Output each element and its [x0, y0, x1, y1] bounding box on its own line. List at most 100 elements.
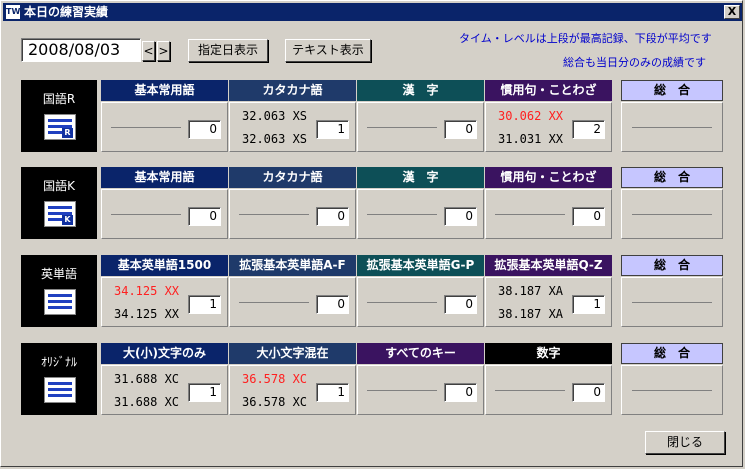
section-name: ｵﾘｼﾞﾅﾙ — [40, 355, 77, 369]
summary-cell — [621, 277, 723, 327]
section-name: 英単語 — [40, 267, 77, 281]
note-line-1: タイム・レベルは上段が最高記録、下段が平均です — [459, 32, 712, 45]
summary-cell — [621, 102, 723, 152]
best-record: 38.187 XA — [498, 284, 564, 298]
empty-dash — [111, 127, 181, 128]
category-header: 数字 — [485, 343, 612, 364]
category-result-cell: 0 — [357, 189, 484, 239]
category-result-cell: 30.062 XX 31.031 XX 2 — [485, 102, 612, 152]
empty-dash — [632, 127, 712, 128]
specified-date-button[interactable]: 指定日表示 — [188, 39, 268, 62]
empty-dash — [367, 390, 437, 391]
category-result-cell: 0 — [485, 189, 612, 239]
section-name: 国語R — [42, 92, 76, 106]
empty-dash — [367, 214, 437, 215]
category-header: 基本英単語1500 — [101, 255, 228, 276]
category-result-cell: 38.187 XA 38.187 XA 1 — [485, 277, 612, 327]
average-record: 38.187 XA — [498, 307, 564, 321]
empty-dash — [367, 302, 437, 303]
practice-results-window: TW 本日の練習実績 X 2008/08/03 < > 指定日表示 テキスト表示… — [0, 0, 743, 467]
best-record: 31.688 XC — [114, 372, 180, 386]
category-result-cell: 0 — [485, 365, 612, 415]
note-line-2: 総合も当日分のみの成績です — [563, 56, 706, 69]
practice-count: 1 — [572, 295, 605, 314]
best-record: 36.578 XC — [242, 372, 308, 386]
best-record: 30.062 XX — [498, 109, 564, 123]
empty-dash — [111, 214, 181, 215]
original-icon — [44, 377, 76, 403]
category-header: カタカナ語 — [229, 80, 356, 101]
close-button[interactable]: 閉じる — [645, 431, 725, 454]
category-result-cell: 32.063 XS 32.063 XS 1 — [229, 102, 356, 152]
empty-dash — [367, 127, 437, 128]
practice-count: 0 — [316, 295, 349, 314]
app-icon: TW — [6, 5, 20, 19]
practice-count: 0 — [316, 207, 349, 226]
average-record: 36.578 XC — [242, 395, 308, 409]
practice-count: 0 — [572, 383, 605, 402]
practice-count: 1 — [188, 295, 221, 314]
category-result-cell: 0 — [229, 277, 356, 327]
empty-dash — [239, 214, 309, 215]
category-result-cell: 0 — [357, 365, 484, 415]
section-name: 国語K — [43, 179, 75, 193]
category-result-cell: 0 — [357, 102, 484, 152]
english-words-icon — [44, 289, 76, 315]
empty-dash — [495, 390, 565, 391]
category-header: 漢 字 — [357, 167, 484, 188]
practice-count: 1 — [316, 383, 349, 402]
category-header: すべてのキー — [357, 343, 484, 364]
category-header: 大(小)文字のみ — [101, 343, 228, 364]
kokugo-r-icon: R — [44, 114, 76, 140]
category-header: 基本常用語 — [101, 167, 228, 188]
practice-count: 1 — [316, 120, 349, 139]
empty-dash — [239, 302, 309, 303]
category-header: 拡張基本英単語Q-Z — [485, 255, 612, 276]
title-bar[interactable]: TW 本日の練習実績 X — [3, 3, 742, 21]
average-record: 34.125 XX — [114, 307, 180, 321]
category-result-cell: 34.125 XX 34.125 XX 1 — [101, 277, 228, 327]
category-result-cell: 31.688 XC 31.688 XC 1 — [101, 365, 228, 415]
category-result-cell: 0 — [101, 189, 228, 239]
average-record: 31.688 XC — [114, 395, 180, 409]
summary-header: 総 合 — [621, 80, 723, 101]
date-field[interactable]: 2008/08/03 — [21, 38, 141, 62]
practice-count: 1 — [188, 383, 221, 402]
category-result-cell: 0 — [357, 277, 484, 327]
category-header: 拡張基本英単語G-P — [357, 255, 484, 276]
best-record: 34.125 XX — [114, 284, 180, 298]
summary-cell — [621, 189, 723, 239]
summary-header: 総 合 — [621, 167, 723, 188]
practice-count: 0 — [444, 120, 477, 139]
section-label-1: 国語K K — [21, 167, 97, 239]
prev-date-button[interactable]: < — [142, 41, 155, 61]
category-result-cell: 36.578 XC 36.578 XC 1 — [229, 365, 356, 415]
practice-count: 2 — [572, 120, 605, 139]
practice-count: 0 — [188, 207, 221, 226]
category-result-cell: 0 — [101, 102, 228, 152]
section-label-0: 国語R R — [21, 80, 97, 152]
average-record: 32.063 XS — [242, 132, 308, 146]
window-title: 本日の練習実績 — [24, 5, 109, 19]
category-header: 慣用句・ことわざ — [485, 80, 612, 101]
average-record: 31.031 XX — [498, 132, 564, 146]
empty-dash — [632, 390, 712, 391]
category-result-cell: 0 — [229, 189, 356, 239]
close-window-button[interactable]: X — [724, 5, 740, 19]
practice-count: 0 — [444, 295, 477, 314]
practice-count: 0 — [188, 120, 221, 139]
kokugo-k-icon: K — [44, 201, 76, 227]
category-header: 漢 字 — [357, 80, 484, 101]
text-view-button[interactable]: テキスト表示 — [285, 39, 371, 62]
next-date-button[interactable]: > — [157, 41, 170, 61]
summary-cell — [621, 365, 723, 415]
icon-letter: R — [62, 128, 73, 138]
practice-count: 0 — [444, 207, 477, 226]
practice-count: 0 — [572, 207, 605, 226]
summary-header: 総 合 — [621, 255, 723, 276]
empty-dash — [632, 302, 712, 303]
icon-letter: K — [62, 215, 73, 225]
practice-count: 0 — [444, 383, 477, 402]
category-header: 大小文字混在 — [229, 343, 356, 364]
category-header: 拡張基本英単語A-F — [229, 255, 356, 276]
